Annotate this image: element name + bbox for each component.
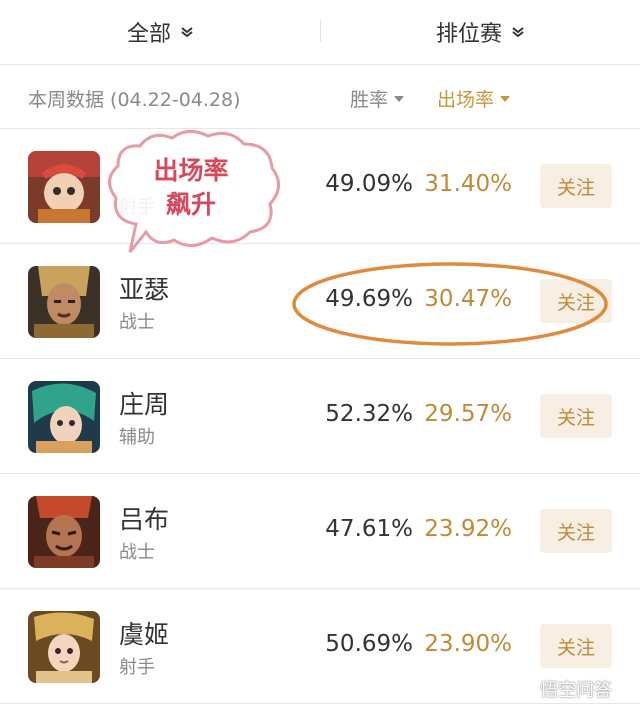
hero-name: 庄周 [119,390,170,419]
hero-row[interactable]: 射手 49.09% 31.40% 关注 [0,129,640,244]
chevron-down-icon [181,27,193,38]
win-rate-sort[interactable]: 胜率 [350,85,405,112]
hero-role: 射手 [119,657,155,678]
win-rate-sort-label: 胜率 [350,89,389,111]
watermark: 悟空问答 [512,676,612,702]
hero-pick-rate: 23.90% [424,631,512,657]
follow-button[interactable]: 关注 [540,279,612,323]
chevron-down-icon [512,27,524,38]
hero-role: 战士 [119,542,155,563]
hero-pick-rate: 23.92% [424,516,512,542]
hero-row[interactable]: 亚瑟 战士 49.69% 30.47% 关注 [0,244,640,359]
hero-pick-rate: 29.57% [424,401,512,427]
hero-pick-rate: 30.47% [424,286,512,312]
hero-win-rate: 50.69% [325,631,413,657]
mode-filter-label: 排位赛 [435,22,502,47]
hero-avatar [28,151,100,223]
period-label: 本周数据 (04.22-04.28) [28,89,241,111]
hero-avatar [28,611,100,683]
divider [320,20,321,42]
annotation-line-1: 出场率 [153,156,229,185]
hero-win-rate: 47.61% [325,516,413,542]
hero-portrait-icon [28,381,100,453]
hero-portrait-icon [28,496,100,568]
hero-role: 辅助 [119,427,155,448]
category-filter-label: 全部 [126,22,171,47]
hero-avatar [28,496,100,568]
annotation-line-2: 飙升 [165,190,216,219]
hero-win-rate: 49.69% [325,286,413,312]
hero-portrait-icon [28,151,100,223]
filter-bar: 全部 排位赛 [0,0,640,65]
hero-portrait-icon [28,266,100,338]
annotation-text: 出场率 飙升 [132,154,250,222]
hero-row[interactable]: 庄周 辅助 52.32% 29.57% 关注 [0,359,640,474]
hero-avatar [28,381,100,453]
follow-button[interactable]: 关注 [540,509,612,553]
pick-rate-sort[interactable]: 出场率 [437,85,511,112]
pick-rate-sort-label: 出场率 [437,89,495,111]
chat-bubble-icon [513,679,535,698]
follow-button[interactable]: 关注 [540,624,612,668]
hero-win-rate: 49.09% [325,171,413,197]
hero-name: 吕布 [119,505,170,534]
hero-row[interactable]: 吕布 战士 47.61% 23.92% 关注 [0,474,640,589]
hero-name: 虞姬 [119,620,170,649]
category-filter[interactable]: 全部 [0,16,320,48]
hero-name: 亚瑟 [119,275,170,304]
follow-button[interactable]: 关注 [540,394,612,438]
hero-avatar [28,266,100,338]
mode-filter[interactable]: 排位赛 [320,16,640,48]
stats-header: 本周数据 (04.22-04.28) 胜率 出场率 [0,65,640,129]
hero-portrait-icon [28,611,100,683]
sort-down-icon [394,95,405,102]
hero-pick-rate: 31.40% [424,171,512,197]
sort-down-icon [500,95,511,102]
follow-button[interactable]: 关注 [540,164,612,208]
hero-win-rate: 52.32% [325,401,413,427]
watermark-text: 悟空问答 [540,680,612,701]
hero-role: 战士 [119,312,155,333]
